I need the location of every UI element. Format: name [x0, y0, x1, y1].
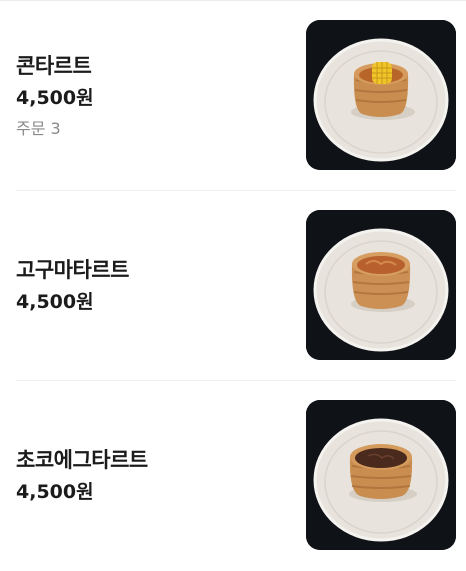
menu-list: 콘타르트 4,500원 주문 3 고구마타르트 4,500원 초코에그타르트 4… — [0, 1, 466, 571]
menu-item-price: 4,500원 — [16, 481, 94, 503]
corn-topping-icon — [372, 62, 392, 84]
menu-item-photo[interactable] — [306, 210, 456, 360]
menu-item-price: 4,500원 — [16, 290, 94, 313]
menu-item-name: 콘타르트 — [16, 53, 92, 78]
menu-item-order-count: 주문 3 — [16, 118, 61, 138]
menu-item-price: 4,500원 — [16, 86, 94, 109]
menu-item-corn-tart[interactable]: 콘타르트 4,500원 주문 3 — [16, 1, 456, 191]
menu-item-info: 고구마타르트 4,500원 — [16, 191, 286, 380]
menu-item-name: 고구마타르트 — [16, 257, 129, 282]
menu-item-info: 콘타르트 4,500원 주문 3 — [16, 1, 286, 190]
menu-item-photo[interactable] — [306, 400, 456, 550]
menu-item-photo[interactable] — [306, 20, 456, 170]
menu-item-chocolate-egg-tart[interactable]: 초코에그타르트 4,500원 — [16, 381, 456, 571]
menu-item-info: 초코에그타르트 4,500원 — [16, 381, 286, 571]
menu-item-name: 초코에그타르트 — [16, 448, 148, 472]
menu-item-sweet-potato-tart[interactable]: 고구마타르트 4,500원 — [16, 191, 456, 381]
